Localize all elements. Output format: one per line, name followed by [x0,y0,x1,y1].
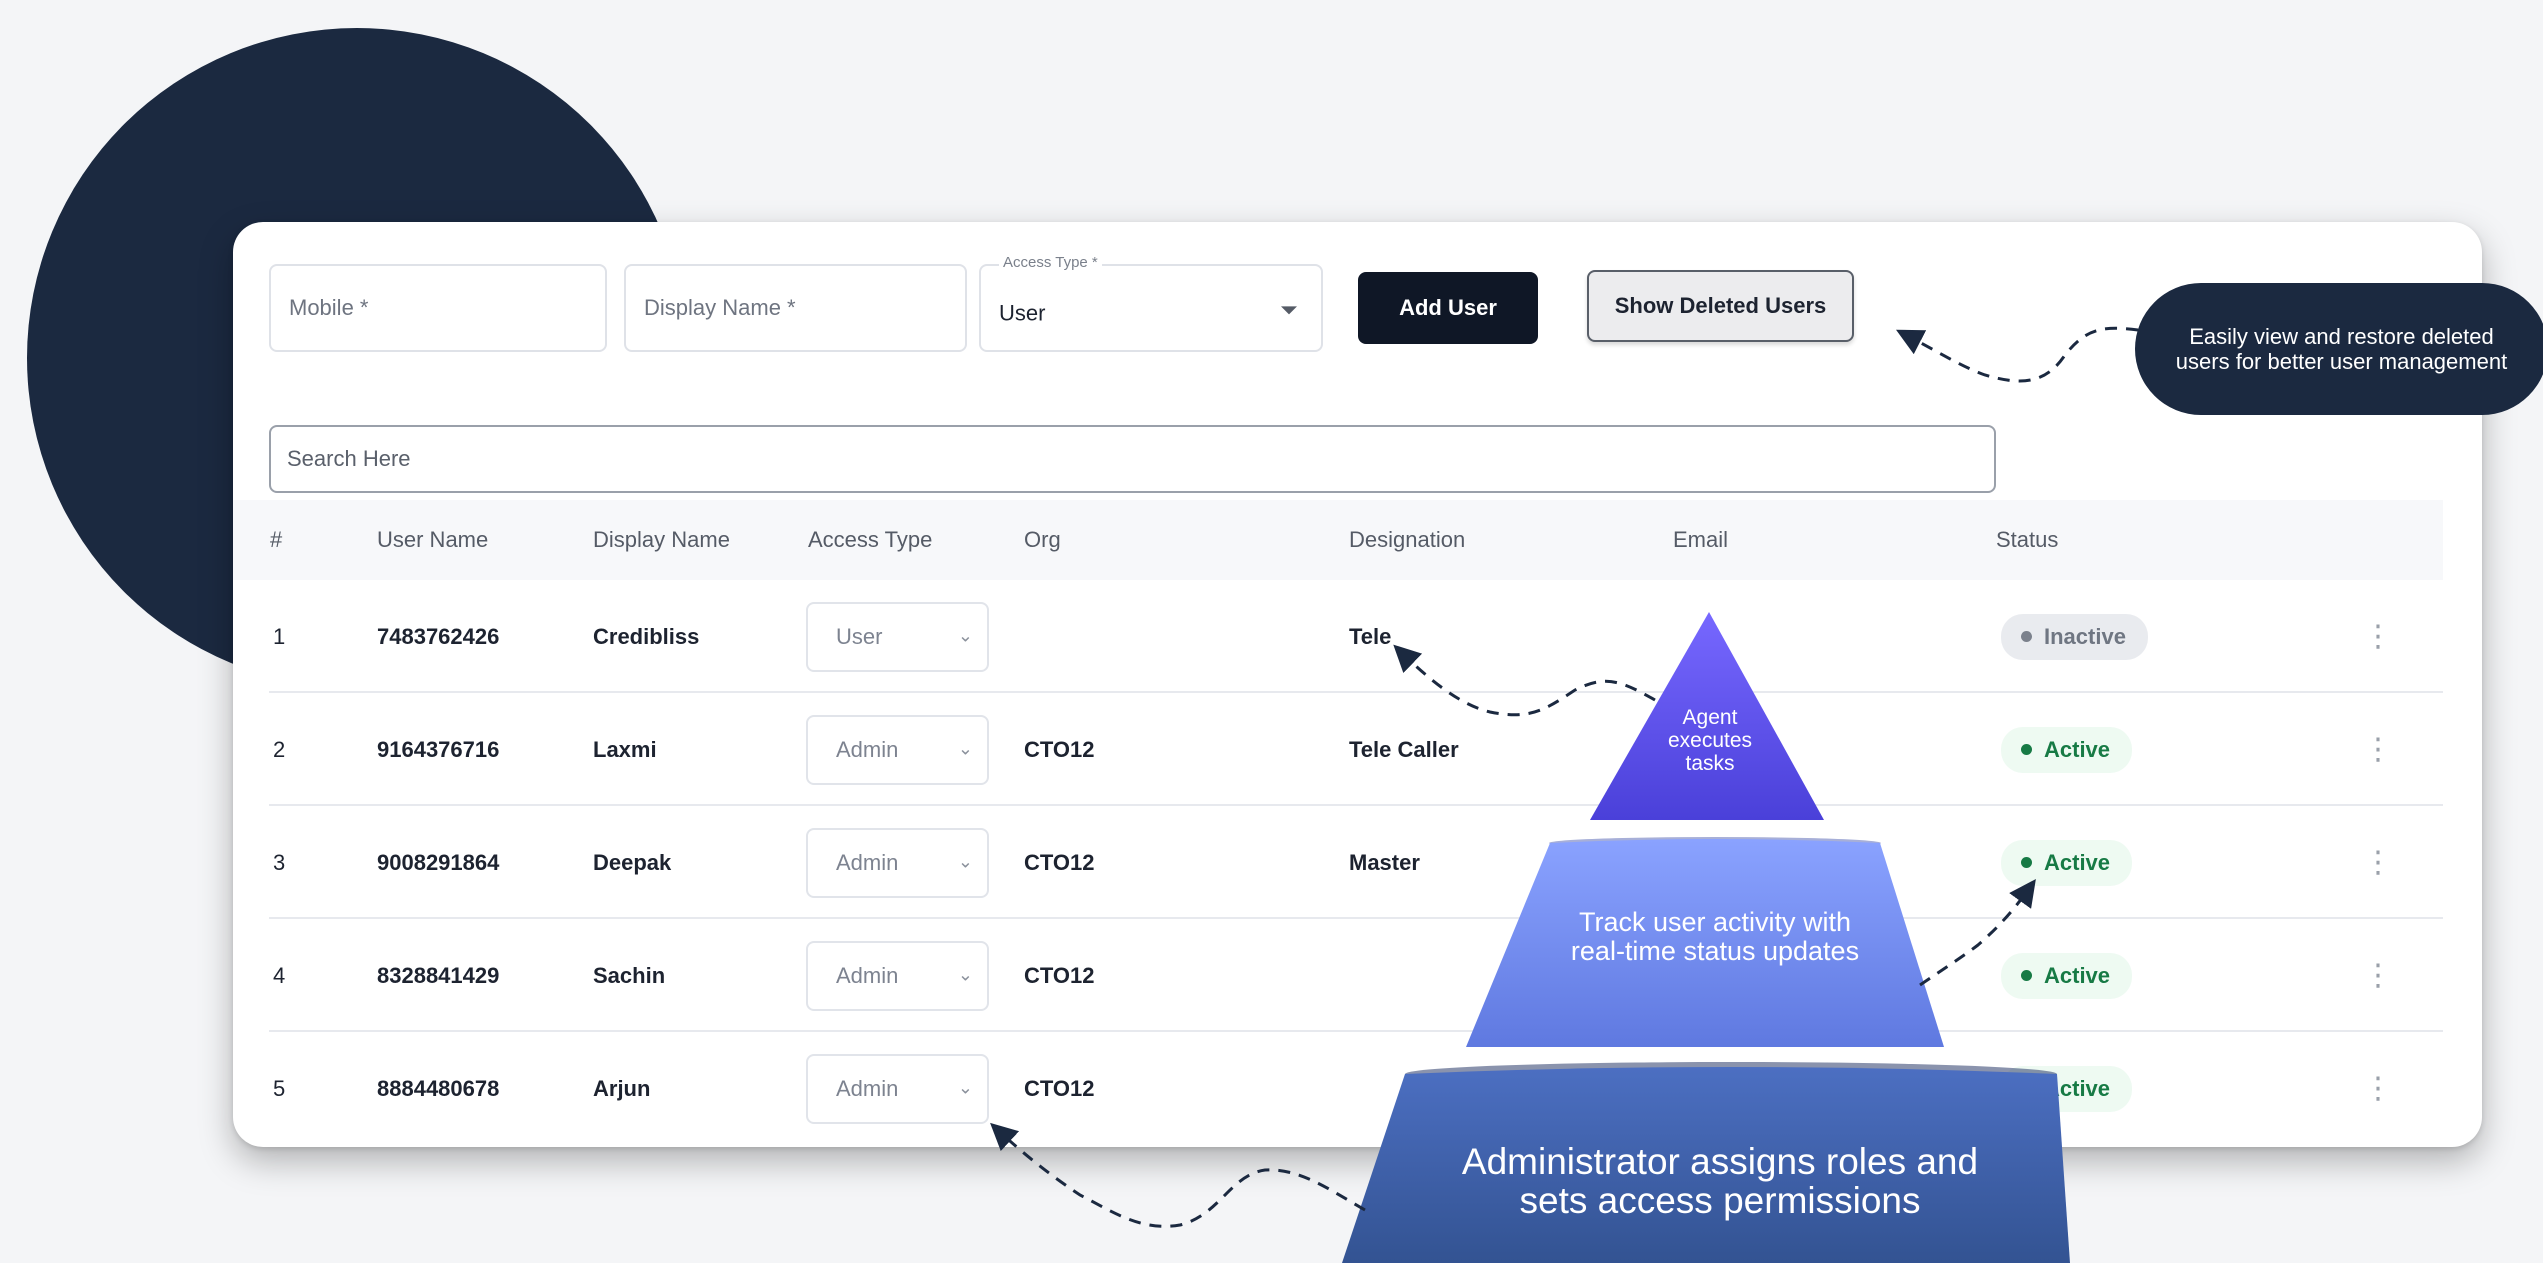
row-access-type-select[interactable]: Admin ⌄ [806,827,989,898]
status-label: Active [2044,849,2111,875]
table-row[interactable]: 5 8884480678 Arjun Admin ⌄ CTO12 Active … [233,1032,2443,1145]
chevron-down-icon: ⌄ [957,624,973,645]
row-access-type-value: Admin [836,736,899,762]
mobile-field[interactable]: Mobile * [269,264,607,352]
status-label: Active [2044,962,2111,988]
row-number: 5 [273,1075,286,1101]
row-number: 2 [273,736,286,762]
designation-cell: Tele [1349,623,1392,649]
status-label: Inactive [2044,623,2126,649]
table-row[interactable]: 1 7483762426 Credibliss User ⌄ Tele Inac… [233,580,2443,693]
display-name-cell: Arjun [593,1075,651,1101]
table-header: # User Name Display Name Access Type Org… [233,500,2443,580]
status-badge: Active [2001,839,2133,886]
chevron-down-icon: ⌄ [957,737,973,758]
col-header-email: Email [1673,527,1729,552]
kebab-menu-icon[interactable]: ⋮ [2363,960,2393,991]
kebab-menu-icon[interactable]: ⋮ [2363,1073,2393,1104]
chevron-down-icon: ⌄ [957,963,973,984]
status-badge: Active [2001,1065,2133,1112]
row-access-type-value: Admin [836,1075,899,1101]
user-name-cell: 9008291864 [377,849,500,875]
display-name-cell: Laxmi [593,736,657,762]
designation-cell: Tele Caller [1349,736,1459,762]
row-access-type-select[interactable]: Admin ⌄ [806,1053,989,1124]
col-header-org: Org [1024,527,1061,552]
kebab-menu-icon[interactable]: ⋮ [2363,621,2393,652]
dot-icon [2021,1083,2032,1094]
status-label: Active [2044,736,2111,762]
display-name-cell: Sachin [593,962,666,988]
table-row[interactable]: 2 9164376716 Laxmi Admin ⌄ CTO12 Tele Ca… [233,693,2443,806]
row-access-type-value: Admin [836,962,899,988]
access-type-select[interactable]: Access Type * User [979,254,1323,352]
access-type-label: Access Type * [999,254,1102,271]
row-access-type-select[interactable]: User ⌄ [806,601,989,672]
search-placeholder: Search Here [287,446,411,471]
row-access-type-select[interactable]: Admin ⌄ [806,714,989,785]
deleted-users-callout: Easily view and restore deleted users fo… [2135,283,2543,415]
access-type-value: User [999,300,1046,326]
chevron-down-icon: ⌄ [957,850,973,871]
table-row[interactable]: 4 8328841429 Sachin Admin ⌄ CTO12 Active… [233,919,2443,1032]
display-name-placeholder: Display Name * [644,295,796,320]
org-cell: CTO12 [1024,736,1095,762]
row-number: 1 [273,623,286,649]
display-name-cell: Deepak [593,849,672,875]
status-badge: Active [2001,952,2133,999]
kebab-menu-icon[interactable]: ⋮ [2363,734,2393,765]
user-name-cell: 7483762426 [377,623,500,649]
status-badge: Inactive [2001,613,2148,660]
display-name-field[interactable]: Display Name * [624,264,967,352]
chevron-down-icon [1281,306,1297,315]
col-header-display-name: Display Name [593,527,730,552]
row-number: 3 [273,849,286,875]
designation-cell: Master [1349,849,1420,875]
row-access-type-value: User [836,623,883,649]
chevron-down-icon: ⌄ [957,1076,973,1097]
dot-icon [2021,744,2032,755]
kebab-menu-icon[interactable]: ⋮ [2363,847,2393,878]
user-name-cell: 9164376716 [377,736,500,762]
row-number: 4 [273,962,286,988]
status-badge: Active [2001,726,2133,773]
status-label: Active [2044,1075,2111,1101]
mobile-placeholder: Mobile * [289,295,369,320]
org-cell: CTO12 [1024,849,1095,875]
row-access-type-select[interactable]: Admin ⌄ [806,940,989,1011]
org-cell: CTO12 [1024,962,1095,988]
table-row[interactable]: 3 9008291864 Deepak Admin ⌄ CTO12 Master… [233,806,2443,919]
search-input[interactable]: Search Here [269,425,1996,493]
display-name-cell: Credibliss [593,623,700,649]
col-header-number: # [270,527,283,552]
show-deleted-users-button[interactable]: Show Deleted Users [1587,270,1854,342]
col-header-status: Status [1996,527,2059,552]
col-header-designation: Designation [1349,527,1466,552]
dot-icon [2021,857,2032,868]
dot-icon [2021,970,2032,981]
pyramid-bottom-label: Administrator assigns roles and sets acc… [1461,1141,1979,1221]
org-cell: CTO12 [1024,1075,1095,1101]
add-user-button[interactable]: Add User [1358,272,1538,344]
user-name-cell: 8328841429 [377,962,500,988]
col-header-user-name: User Name [377,527,489,552]
user-name-cell: 8884480678 [377,1075,500,1101]
dot-icon [2021,631,2032,642]
row-access-type-value: Admin [836,849,899,875]
col-header-access-type: Access Type [808,527,933,552]
